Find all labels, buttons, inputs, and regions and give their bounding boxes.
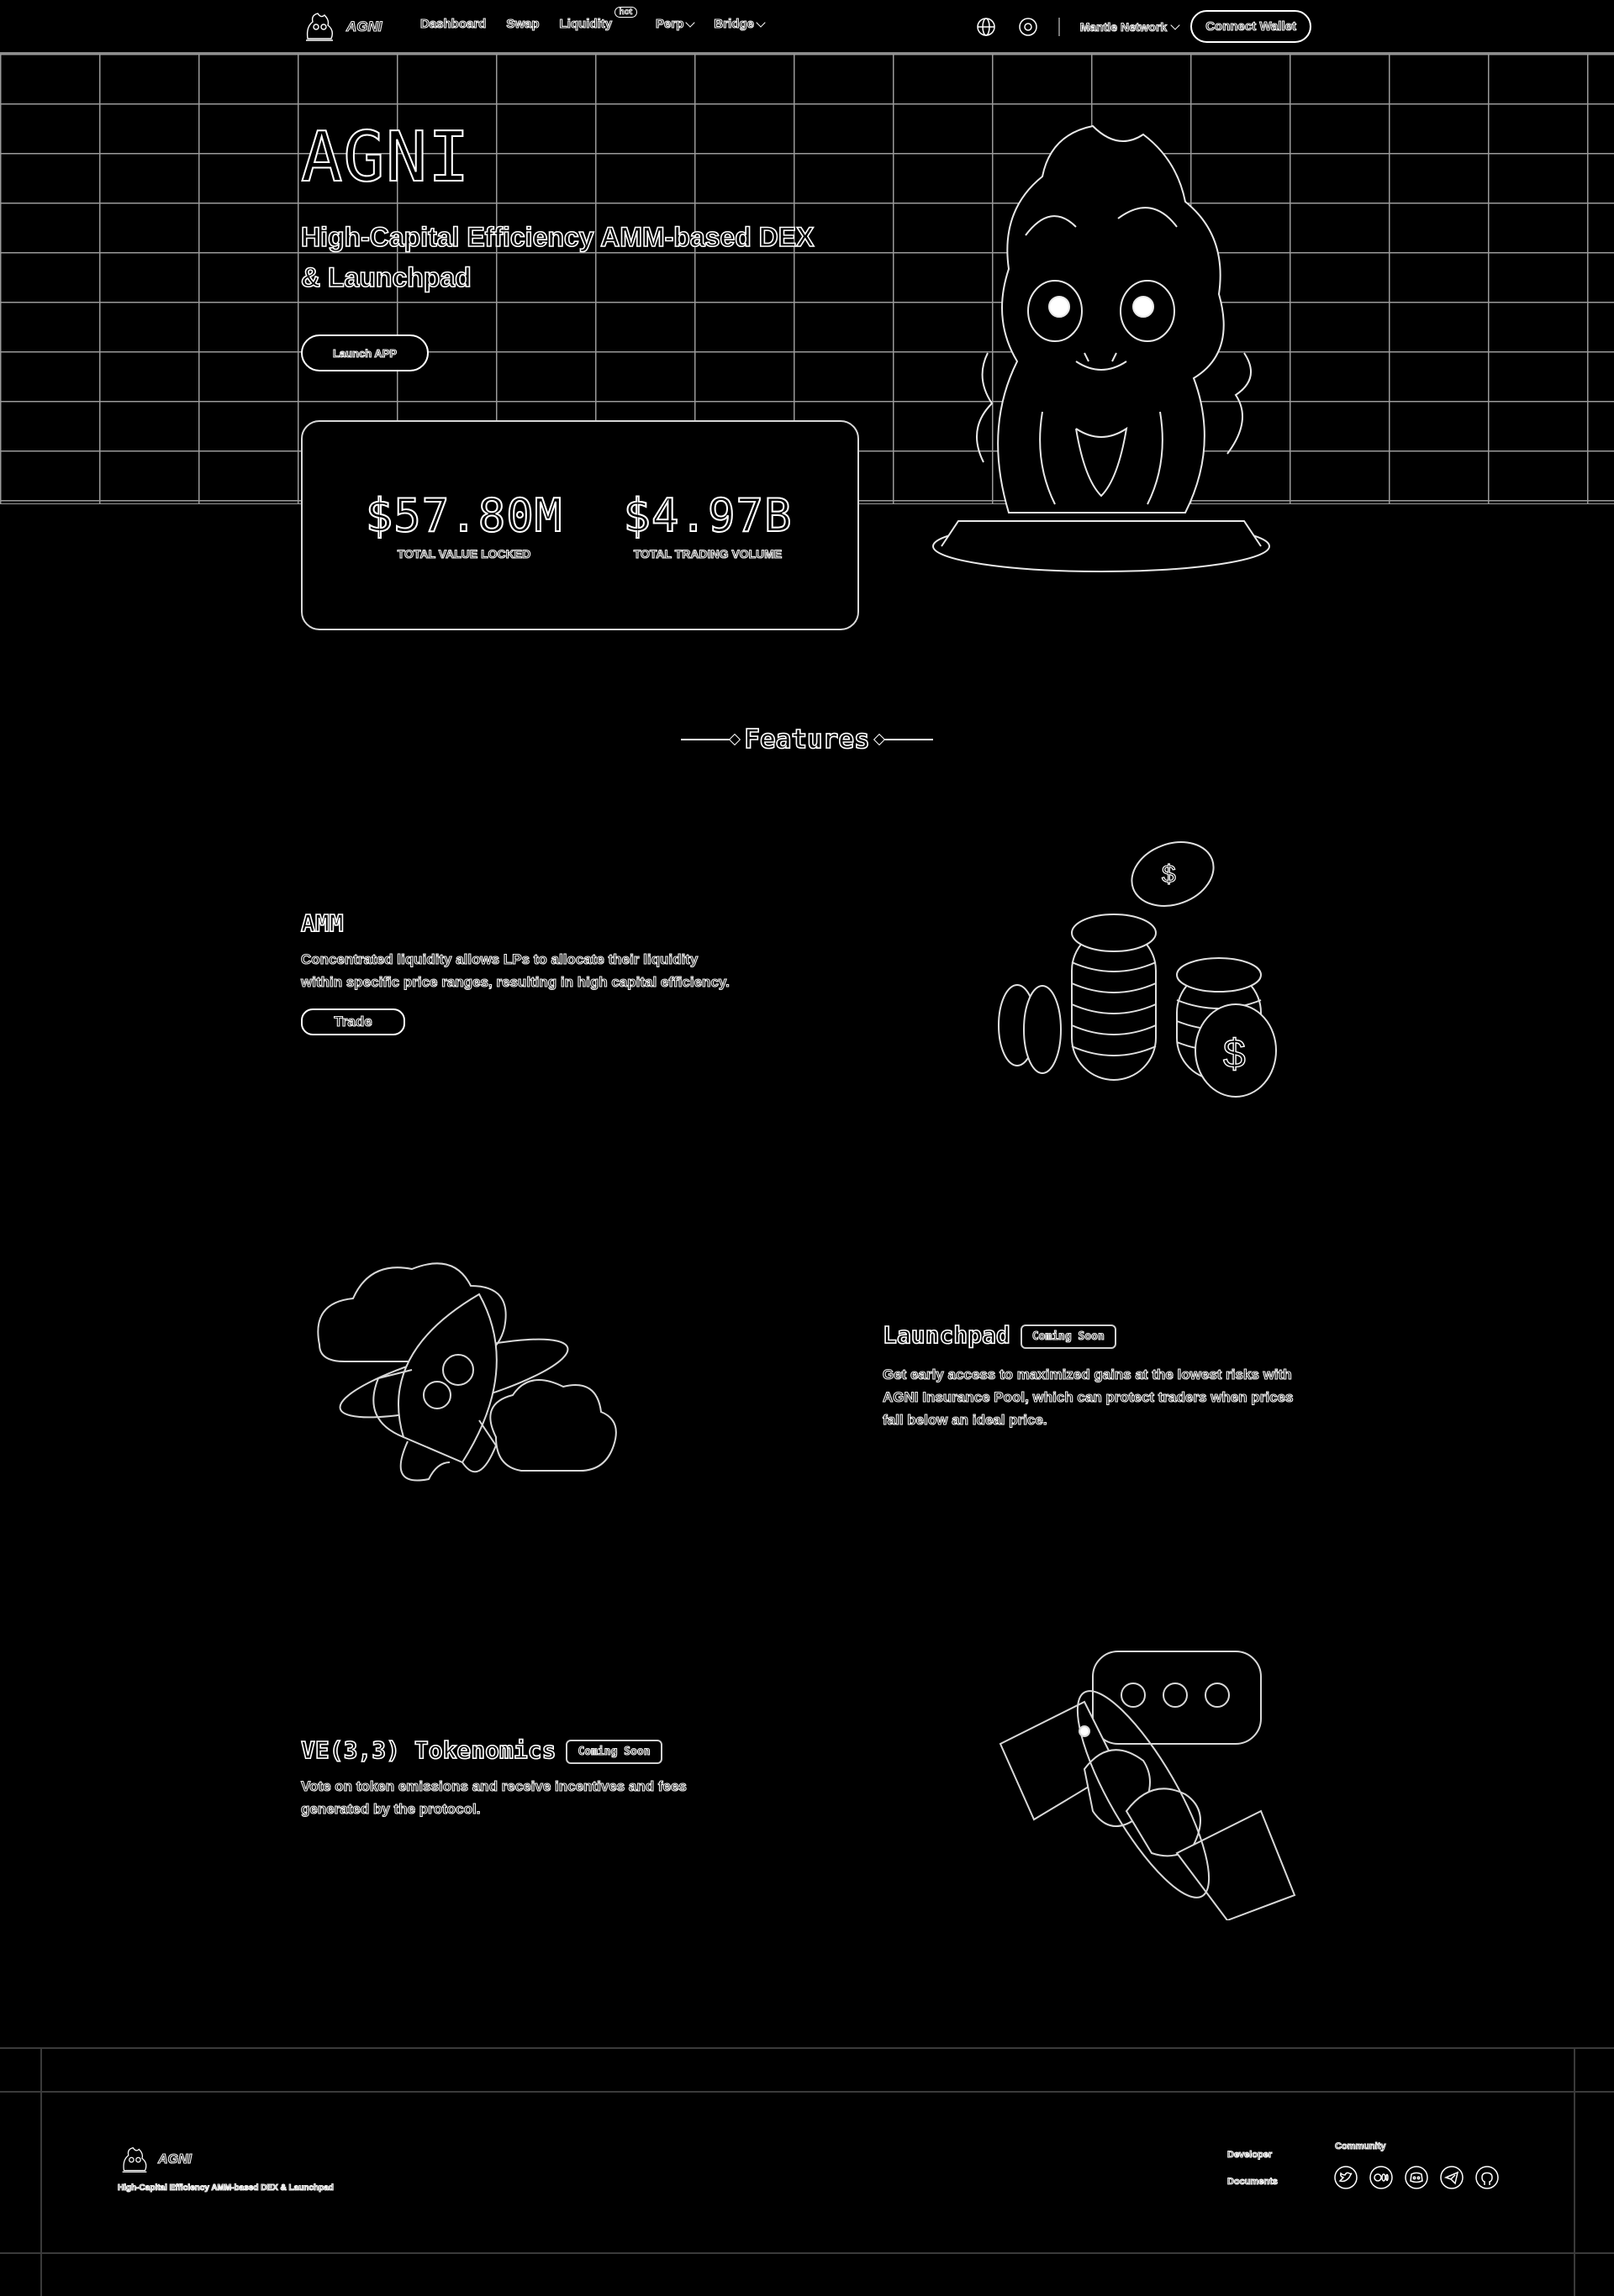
connect-wallet-button[interactable]: Connect Wallet <box>1190 10 1311 43</box>
tokenomics-description: Vote on token emissions and receive ince… <box>300 1777 687 1817</box>
nav-dashboard-label: Dashboard <box>419 16 487 31</box>
features-title: Features <box>744 724 871 756</box>
footer-grid-line <box>0 2091 1614 2093</box>
discord-icon[interactable] <box>1404 2165 1429 2190</box>
footer-logo-text: AGNI <box>157 2151 192 2167</box>
amm-title: AMM <box>300 908 344 938</box>
settings-icon[interactable] <box>1018 17 1038 37</box>
svg-text:$: $ <box>1223 1032 1246 1077</box>
footer-grid-line <box>0 2047 1614 2049</box>
features-heading: Features <box>681 724 933 756</box>
trade-label: Trade <box>334 1013 372 1030</box>
nav-bridge[interactable]: Bridge <box>714 16 766 32</box>
chevron-down-icon <box>756 17 766 28</box>
heading-ornament-right <box>879 739 933 740</box>
tvl-label: TOTAL VALUE LOCKED <box>397 546 531 561</box>
handshake-illustration <box>999 1651 1296 1920</box>
amm-description: Concentrated liquidity allows LPs to all… <box>300 951 730 990</box>
community-heading: Community <box>1334 2141 1386 2151</box>
launchpad-description: Get early access to maximized gains at t… <box>882 1366 1294 1428</box>
divider <box>1058 17 1060 36</box>
hot-badge: hot <box>614 7 638 18</box>
chevron-down-icon <box>1170 19 1180 30</box>
coins-illustration: $ $ <box>998 841 1277 1098</box>
globe-icon[interactable] <box>976 17 996 37</box>
documents-link[interactable]: Documents <box>1226 2168 1278 2195</box>
tokenomics-title-text: VE(3,3) Tokenomics <box>300 1735 556 1765</box>
developer-heading: Developer <box>1226 2149 1273 2160</box>
nav-perp-label: Perp <box>655 16 684 31</box>
nav-bridge-label: Bridge <box>714 16 755 31</box>
telegram-icon[interactable] <box>1439 2165 1464 2190</box>
dragon-logo-icon <box>306 13 334 41</box>
volume-label: TOTAL TRADING VOLUME <box>633 546 783 561</box>
coming-soon-badge: Coming Soon <box>1020 1324 1116 1349</box>
coming-soon-badge: Coming Soon <box>566 1739 662 1764</box>
heading-ornament-left <box>681 739 735 740</box>
nav-swap[interactable]: Swap <box>506 16 540 31</box>
volume-stat: $4.97B TOTAL TRADING VOLUME <box>615 488 800 561</box>
top-navigation: AGNI Dashboard Swap Liquidity hot Perp B… <box>0 0 1614 54</box>
social-links <box>1333 2165 1500 2190</box>
hero-title: AGNI <box>300 117 471 198</box>
hero-subtitle: High-Capital Efficiency AMM-based DEX & … <box>300 221 815 293</box>
nav-dashboard[interactable]: Dashboard <box>419 16 487 31</box>
developer-column: Developer Documents <box>1226 2141 1278 2195</box>
chevron-down-icon <box>685 17 696 28</box>
medium-icon[interactable] <box>1369 2165 1394 2190</box>
trade-button[interactable]: Trade <box>301 1008 405 1035</box>
footer-grid-line <box>40 2047 42 2296</box>
footer-grid-line <box>1574 2047 1575 2296</box>
rocket-illustration <box>317 1262 617 1482</box>
connect-wallet-label: Connect Wallet <box>1205 18 1297 34</box>
tokenomics-title: VE(3,3) Tokenomics Coming Soon <box>300 1735 662 1765</box>
network-selector[interactable]: Mantle Network <box>1079 19 1180 34</box>
dragon-mascot-illustration <box>932 124 1270 572</box>
dragon-logo-icon <box>122 2146 147 2173</box>
volume-value: $4.97B <box>622 488 793 543</box>
nav-perp[interactable]: Perp <box>655 16 696 32</box>
nav-right: Mantle Network Connect Wallet <box>976 10 1311 43</box>
tvl-value: $57.80M <box>365 488 563 543</box>
logo-text: AGNI <box>345 18 382 34</box>
footer-logo[interactable]: AGNI <box>118 2145 193 2175</box>
footer-grid-line <box>0 2252 1614 2254</box>
stats-card: $57.80M TOTAL VALUE LOCKED $4.97B TOTAL … <box>301 420 859 630</box>
nav-links: Dashboard Swap Liquidity hot Perp Bridge <box>419 7 766 32</box>
launchpad-title: Launchpad Coming Soon <box>882 1320 1116 1350</box>
nav-swap-label: Swap <box>506 16 540 31</box>
github-icon[interactable] <box>1474 2165 1500 2190</box>
launch-app-button[interactable]: Launch APP <box>301 334 429 371</box>
network-label: Mantle Network <box>1079 19 1168 34</box>
logo[interactable]: AGNI <box>301 10 382 44</box>
nav-liquidity-label: Liquidity <box>559 16 613 31</box>
tvl-stat: $57.80M TOTAL VALUE LOCKED <box>363 488 565 561</box>
launch-app-label: Launch APP <box>332 346 398 360</box>
footer-tagline: High-Capital Efficiency AMM-based DEX & … <box>117 2183 334 2193</box>
nav-liquidity[interactable]: Liquidity hot <box>559 7 638 32</box>
launchpad-title-text: Launchpad <box>882 1320 1010 1350</box>
svg-text:$: $ <box>1162 861 1176 888</box>
twitter-icon[interactable] <box>1333 2165 1358 2190</box>
